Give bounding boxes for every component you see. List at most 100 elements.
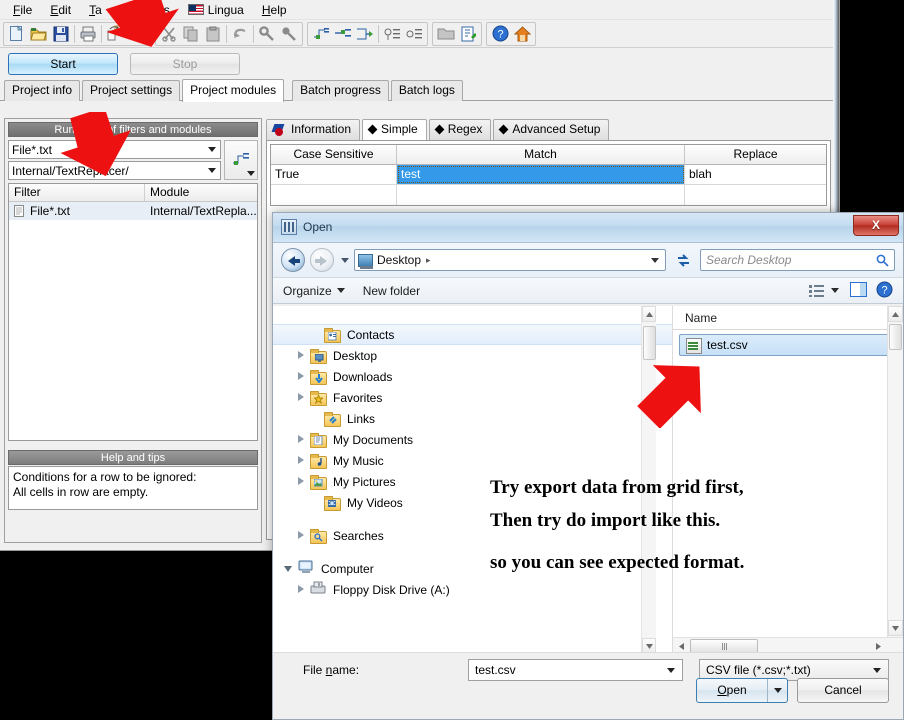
move-row-icon[interactable] (354, 23, 376, 45)
annotation-note-1-line-2: so you can see expected format. (490, 552, 745, 573)
menu-item-edit[interactable]: Edit (41, 1, 80, 19)
start-button[interactable]: Start (8, 53, 118, 75)
tab-project-settings[interactable]: Project settings (82, 80, 181, 101)
add-row-button[interactable] (224, 140, 258, 180)
new-folder-button[interactable]: New folder (363, 284, 420, 298)
open-button[interactable]: Open (696, 678, 788, 703)
paste-icon[interactable] (202, 23, 224, 45)
filter-alt-icon[interactable] (403, 23, 425, 45)
scroll-up-button[interactable] (642, 306, 656, 322)
forward-button[interactable] (310, 248, 334, 272)
scrollbar-thumb[interactable] (643, 326, 656, 360)
cell-empty-match[interactable] (397, 185, 685, 205)
tab-project-modules[interactable]: Project modules (182, 79, 285, 102)
cell-replace[interactable]: blah (685, 165, 826, 184)
expander-closed-icon[interactable] (295, 530, 306, 541)
help-line-1: Conditions for a row to be ignored: (13, 470, 197, 484)
expander-closed-icon[interactable] (295, 392, 306, 403)
refresh-button[interactable] (671, 249, 695, 271)
cell-empty-replace[interactable] (685, 185, 826, 205)
scrollbar-thumb[interactable] (889, 324, 902, 350)
tab-information[interactable]: Information (266, 119, 361, 140)
tree-item-contacts[interactable]: Contacts (273, 324, 672, 345)
expander-none (309, 413, 320, 424)
expander-closed-icon[interactable] (295, 455, 306, 466)
cell-empty-case[interactable] (271, 185, 397, 205)
expander-closed-icon[interactable] (295, 350, 306, 361)
scroll-up-button[interactable] (888, 306, 903, 322)
help-circle-icon[interactable]: ? (489, 23, 511, 45)
open-split-dropdown[interactable] (767, 679, 787, 702)
tab-batch-progress[interactable]: Batch progress (292, 80, 389, 101)
column-header-name[interactable]: Name (673, 306, 903, 330)
filter-combo-value: File*.txt (12, 142, 53, 157)
menu-item-file[interactable]: FFileile (4, 1, 41, 19)
views-icon[interactable] (809, 284, 824, 298)
expander-closed-icon[interactable] (295, 434, 306, 445)
expander-closed-icon[interactable] (295, 476, 306, 487)
preview-pane-icon[interactable] (850, 281, 867, 297)
replace-rules-grid[interactable]: Case Sensitive Match Replace True test b… (270, 144, 827, 206)
tree-item-desktop[interactable]: Desktop (273, 345, 672, 366)
filter-icon[interactable] (381, 23, 403, 45)
scroll-down-button[interactable] (888, 620, 903, 636)
tree-item-downloads[interactable]: Downloads (273, 366, 672, 387)
tab-simple[interactable]: Simple (362, 119, 427, 140)
home-icon[interactable] (511, 23, 533, 45)
table-row-empty[interactable] (271, 185, 826, 205)
find-next-key-icon[interactable] (278, 23, 300, 45)
back-button[interactable] (281, 248, 305, 272)
views-dropdown-icon[interactable] (831, 288, 839, 293)
breadcrumb[interactable]: Desktop (377, 253, 421, 267)
tab-regex[interactable]: Regex (428, 119, 492, 140)
folder-icon[interactable] (435, 23, 457, 45)
breadcrumb-separator-icon[interactable]: ▸ (426, 255, 431, 266)
find-key-icon[interactable] (256, 23, 278, 45)
table-row[interactable]: File*.txt Internal/TextRepla... (9, 202, 257, 220)
chevron-down-icon[interactable] (667, 668, 675, 673)
cell-match[interactable]: test (397, 165, 685, 184)
column-header-match[interactable]: Match (397, 145, 685, 164)
cell-case-sensitive[interactable]: True (271, 165, 397, 184)
save-disk-icon[interactable] (50, 23, 72, 45)
stop-button[interactable]: Stop (130, 53, 240, 75)
table-row[interactable]: True test blah (271, 165, 826, 185)
new-document-icon[interactable] (6, 23, 28, 45)
chevron-down-icon[interactable] (873, 668, 881, 673)
column-header-filter[interactable]: Filter (9, 184, 145, 201)
filter-module-grid[interactable]: Filter Module File*.txt Internal/TextRep… (8, 183, 258, 441)
list-item[interactable]: test.csv (679, 334, 897, 356)
organize-button[interactable]: Organize (283, 284, 345, 298)
chevron-down-icon[interactable] (651, 258, 659, 263)
open-folder-icon[interactable] (28, 23, 50, 45)
expander-closed-icon[interactable] (295, 584, 306, 595)
cancel-button[interactable]: Cancel (797, 678, 889, 703)
file-pane-scrollbar[interactable] (887, 306, 903, 654)
help-icon[interactable]: ? (876, 281, 893, 298)
contacts-folder-icon (324, 327, 341, 343)
tab-project-info[interactable]: Project info (4, 80, 81, 101)
search-input[interactable]: Search Desktop (700, 249, 895, 271)
chevron-down-icon[interactable] (247, 171, 255, 176)
history-dropdown-icon[interactable] (341, 257, 349, 263)
address-bar[interactable]: Desktop ▸ (354, 249, 666, 271)
file-name-input[interactable]: test.csv (468, 659, 683, 681)
tab-advanced-setup[interactable]: Advanced Setup (493, 119, 610, 140)
dialog-title-bar[interactable]: Open X (273, 213, 903, 243)
column-header-case-sensitive[interactable]: Case Sensitive (271, 145, 397, 164)
menu-item-help[interactable]: Help (253, 1, 296, 19)
expander-open-icon[interactable] (283, 563, 294, 574)
menu-item-lingua[interactable]: Lingua (179, 1, 253, 19)
undo-icon[interactable] (229, 23, 251, 45)
edit-note-icon[interactable] (457, 23, 479, 45)
close-icon[interactable]: X (853, 215, 899, 236)
column-header-replace[interactable]: Replace (685, 145, 826, 164)
tab-simple-label: Simple (381, 122, 418, 136)
insert-row-icon[interactable] (310, 23, 332, 45)
insert-row-after-icon[interactable] (332, 23, 354, 45)
tree-item-favorites[interactable]: Favorites (273, 387, 672, 408)
tab-batch-logs[interactable]: Batch logs (390, 80, 463, 101)
tree-item-label: My Videos (347, 495, 403, 510)
column-header-module[interactable]: Module (145, 184, 257, 201)
expander-closed-icon[interactable] (295, 371, 306, 382)
